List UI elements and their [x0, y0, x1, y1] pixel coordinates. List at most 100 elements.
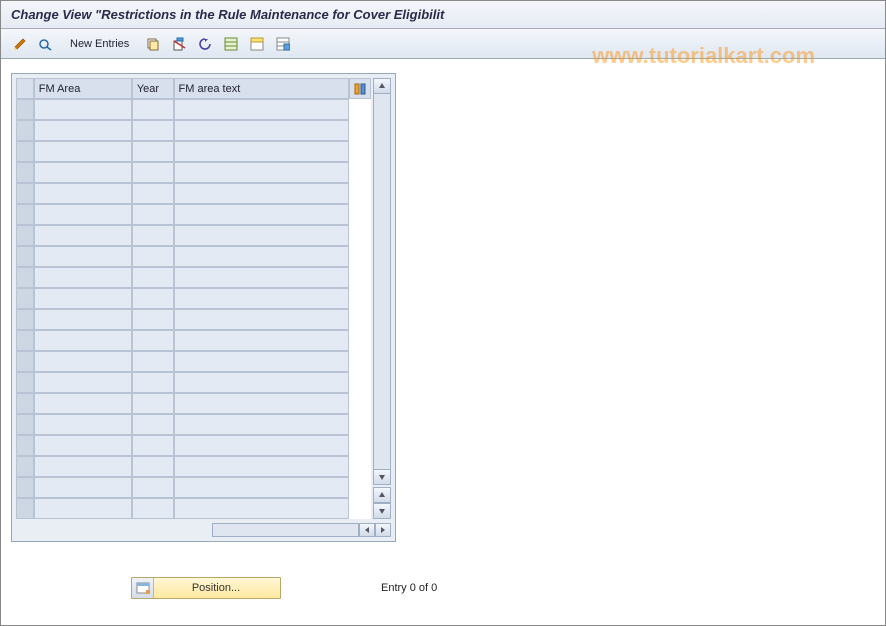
cell-fm_area_text[interactable] [174, 372, 350, 393]
row-selector[interactable] [16, 435, 34, 456]
vertical-scrollbar[interactable] [373, 78, 391, 519]
row-selector[interactable] [16, 141, 34, 162]
table-row[interactable] [16, 309, 371, 330]
row-selector[interactable] [16, 456, 34, 477]
cell-year[interactable] [132, 162, 174, 183]
row-selector[interactable] [16, 204, 34, 225]
row-selector[interactable] [16, 120, 34, 141]
table-row[interactable] [16, 477, 371, 498]
row-selector[interactable] [16, 246, 34, 267]
table-row[interactable] [16, 414, 371, 435]
table-row[interactable] [16, 204, 371, 225]
deselect-all-button[interactable] [272, 34, 294, 54]
cell-fm_area[interactable] [34, 435, 132, 456]
cell-fm_area_text[interactable] [174, 246, 350, 267]
table-row[interactable] [16, 456, 371, 477]
cell-fm_area_text[interactable] [174, 456, 350, 477]
cell-fm_area_text[interactable] [174, 183, 350, 204]
scroll-track[interactable] [373, 94, 391, 469]
cell-fm_area[interactable] [34, 141, 132, 162]
cell-year[interactable] [132, 372, 174, 393]
cell-year[interactable] [132, 99, 174, 120]
cell-year[interactable] [132, 267, 174, 288]
cell-year[interactable] [132, 351, 174, 372]
cell-year[interactable] [132, 120, 174, 141]
cell-fm_area_text[interactable] [174, 225, 350, 246]
row-selector[interactable] [16, 288, 34, 309]
cell-fm_area_text[interactable] [174, 141, 350, 162]
cell-fm_area_text[interactable] [174, 267, 350, 288]
cell-fm_area[interactable] [34, 120, 132, 141]
row-selector[interactable] [16, 225, 34, 246]
cell-year[interactable] [132, 456, 174, 477]
table-row[interactable] [16, 246, 371, 267]
undo-change-button[interactable] [194, 34, 216, 54]
cell-fm_area_text[interactable] [174, 351, 350, 372]
cell-fm_area[interactable] [34, 246, 132, 267]
cell-fm_area_text[interactable] [174, 120, 350, 141]
row-selector[interactable] [16, 267, 34, 288]
column-header-year[interactable]: Year [132, 78, 174, 99]
select-block-button[interactable] [246, 34, 268, 54]
scroll-up-button-2[interactable] [373, 487, 391, 503]
row-selector[interactable] [16, 393, 34, 414]
row-selector[interactable] [16, 498, 34, 519]
row-selector[interactable] [16, 372, 34, 393]
cell-fm_area[interactable] [34, 456, 132, 477]
table-row[interactable] [16, 288, 371, 309]
cell-year[interactable] [132, 435, 174, 456]
row-selector[interactable] [16, 99, 34, 120]
cell-year[interactable] [132, 183, 174, 204]
table-row[interactable] [16, 330, 371, 351]
cell-year[interactable] [132, 477, 174, 498]
cell-fm_area_text[interactable] [174, 162, 350, 183]
cell-fm_area_text[interactable] [174, 330, 350, 351]
table-row[interactable] [16, 267, 371, 288]
horizontal-scrollbar[interactable] [12, 523, 395, 541]
cell-fm_area[interactable] [34, 183, 132, 204]
new-entries-button[interactable]: New Entries [61, 34, 138, 54]
scroll-left-button[interactable] [359, 523, 375, 537]
cell-year[interactable] [132, 141, 174, 162]
row-selector[interactable] [16, 330, 34, 351]
table-row[interactable] [16, 393, 371, 414]
cell-year[interactable] [132, 330, 174, 351]
table-row[interactable] [16, 183, 371, 204]
cell-year[interactable] [132, 414, 174, 435]
toggle-display-change-button[interactable] [9, 34, 31, 54]
copy-as-button[interactable] [142, 34, 164, 54]
position-button[interactable]: Position... [131, 577, 281, 599]
row-selector[interactable] [16, 351, 34, 372]
table-row[interactable] [16, 120, 371, 141]
cell-fm_area[interactable] [34, 99, 132, 120]
select-all-corner[interactable] [16, 78, 34, 99]
cell-fm_area_text[interactable] [174, 393, 350, 414]
cell-fm_area[interactable] [34, 477, 132, 498]
cell-fm_area_text[interactable] [174, 477, 350, 498]
scroll-up-button[interactable] [373, 78, 391, 94]
cell-fm_area[interactable] [34, 351, 132, 372]
cell-fm_area[interactable] [34, 204, 132, 225]
hscroll-track[interactable] [212, 523, 359, 537]
row-selector[interactable] [16, 183, 34, 204]
cell-year[interactable] [132, 288, 174, 309]
row-selector[interactable] [16, 477, 34, 498]
column-header-fm-area-text[interactable]: FM area text [174, 78, 350, 99]
cell-fm_area_text[interactable] [174, 309, 350, 330]
row-selector[interactable] [16, 309, 34, 330]
cell-fm_area[interactable] [34, 225, 132, 246]
cell-year[interactable] [132, 309, 174, 330]
cell-year[interactable] [132, 246, 174, 267]
row-selector[interactable] [16, 414, 34, 435]
table-settings-button[interactable] [349, 78, 371, 99]
cell-fm_area[interactable] [34, 393, 132, 414]
table-row[interactable] [16, 435, 371, 456]
table-row[interactable] [16, 351, 371, 372]
cell-fm_area[interactable] [34, 498, 132, 519]
data-grid[interactable]: FM Area Year FM area text [16, 78, 371, 519]
table-row[interactable] [16, 99, 371, 120]
table-row[interactable] [16, 372, 371, 393]
table-row[interactable] [16, 141, 371, 162]
cell-fm_area[interactable] [34, 372, 132, 393]
cell-fm_area[interactable] [34, 309, 132, 330]
